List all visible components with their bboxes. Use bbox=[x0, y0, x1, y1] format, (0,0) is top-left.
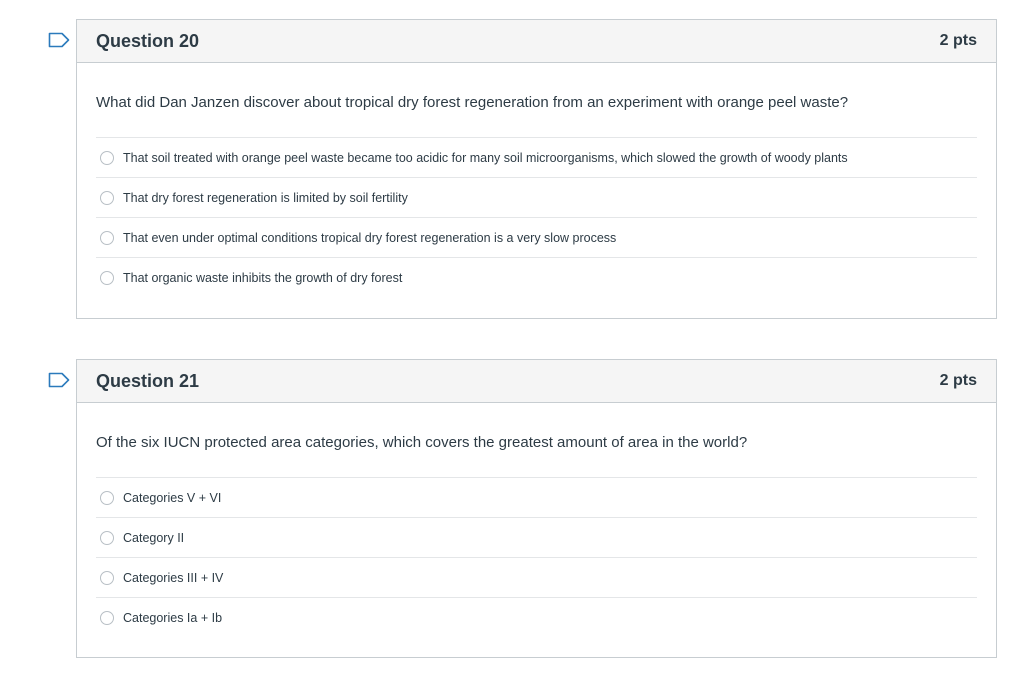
answer-label[interactable]: Categories Ia + Ib bbox=[123, 611, 222, 625]
question-title: Question 21 bbox=[96, 370, 200, 391]
answer-option[interactable]: That organic waste inhibits the growth o… bbox=[96, 258, 977, 298]
answer-option[interactable]: That even under optimal conditions tropi… bbox=[96, 218, 977, 258]
question-points: 2 pts bbox=[939, 32, 977, 49]
radio-unselected-icon[interactable] bbox=[100, 530, 114, 545]
flag-question-icon[interactable] bbox=[48, 32, 70, 48]
answer-label[interactable]: That soil treated with orange peel waste… bbox=[123, 151, 848, 165]
answer-label[interactable]: Category II bbox=[123, 531, 184, 545]
radio-unselected-icon[interactable] bbox=[100, 490, 114, 505]
radio-unselected-icon[interactable] bbox=[100, 271, 114, 285]
answer-list: That soil treated with orange peel waste… bbox=[96, 137, 977, 298]
radio-unselected-icon[interactable] bbox=[100, 150, 114, 165]
answer-option[interactable]: Categories V + VI bbox=[96, 478, 977, 518]
question-card: Question 20 2 pts What did Dan Janzen di… bbox=[76, 19, 997, 319]
answer-label[interactable]: Categories III + IV bbox=[123, 571, 223, 585]
question-text: What did Dan Janzen discover about tropi… bbox=[96, 94, 849, 111]
question-body: Of the six IUCN protected area categorie… bbox=[77, 403, 996, 638]
radio-unselected-icon[interactable] bbox=[100, 230, 114, 245]
answer-label[interactable]: Categories V + VI bbox=[123, 491, 221, 505]
answer-label[interactable]: That dry forest regeneration is limited … bbox=[123, 191, 408, 205]
radio-unselected-icon[interactable] bbox=[100, 611, 114, 625]
answer-option[interactable]: Categories III + IV bbox=[96, 558, 977, 598]
flag-question-icon[interactable] bbox=[48, 372, 70, 388]
question-points: 2 pts bbox=[939, 372, 977, 389]
answer-option[interactable]: That dry forest regeneration is limited … bbox=[96, 178, 977, 218]
question-text: Of the six IUCN protected area categorie… bbox=[96, 434, 748, 451]
question-card: Question 21 2 pts Of the six IUCN protec… bbox=[76, 359, 997, 658]
radio-unselected-icon[interactable] bbox=[100, 190, 114, 205]
answer-option[interactable]: That soil treated with orange peel waste… bbox=[96, 138, 977, 178]
answer-option[interactable]: Categories Ia + Ib bbox=[96, 598, 977, 638]
question-header: Question 21 2 pts bbox=[77, 360, 996, 403]
radio-unselected-icon[interactable] bbox=[100, 570, 114, 585]
answer-option[interactable]: Category II bbox=[96, 518, 977, 558]
answer-label[interactable]: That organic waste inhibits the growth o… bbox=[123, 271, 402, 285]
answer-list: Categories V + VI Category II Categories… bbox=[96, 477, 977, 638]
question-title: Question 20 bbox=[96, 30, 200, 51]
question-header: Question 20 2 pts bbox=[77, 20, 996, 63]
answer-label[interactable]: That even under optimal conditions tropi… bbox=[123, 231, 616, 245]
question-body: What did Dan Janzen discover about tropi… bbox=[77, 63, 996, 298]
